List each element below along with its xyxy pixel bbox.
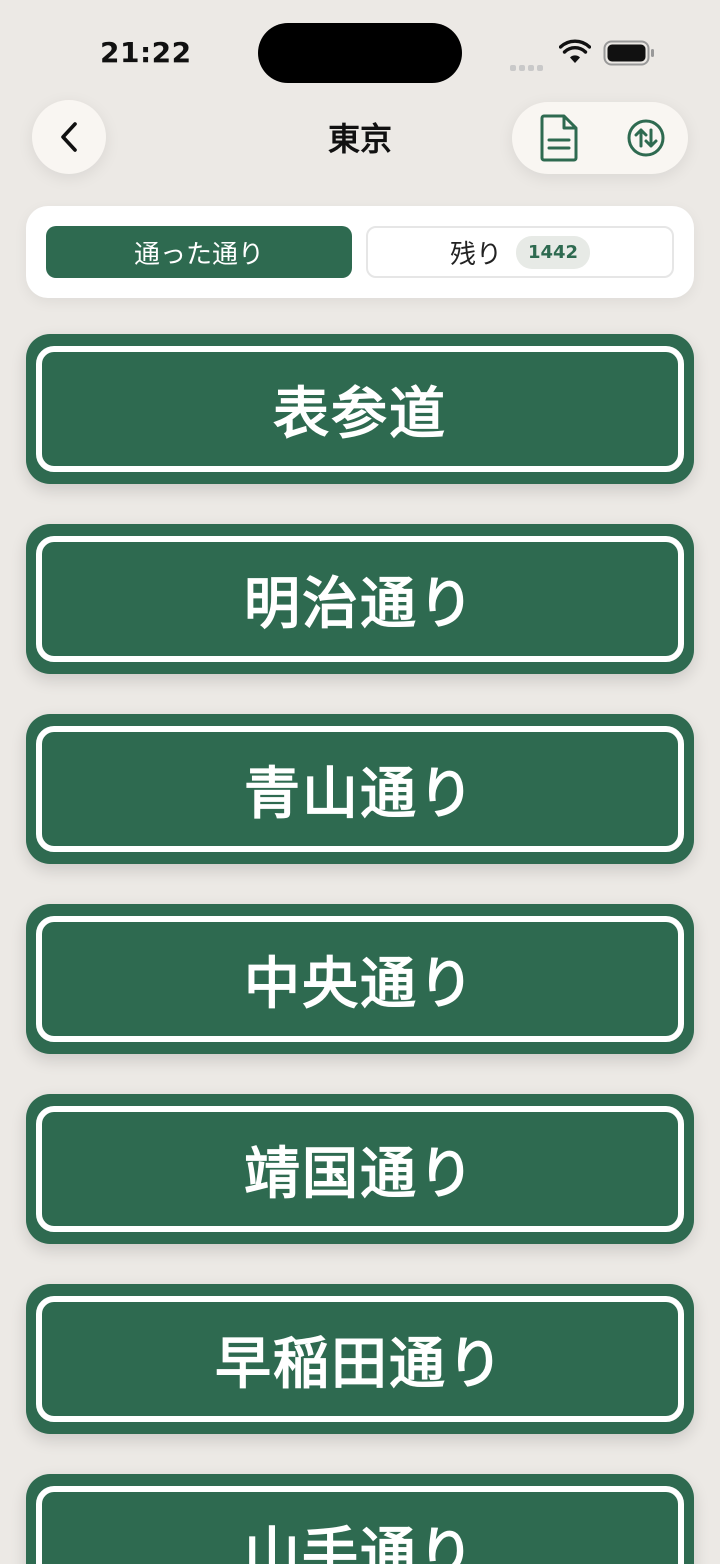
battery-icon [603,40,654,66]
street-sign[interactable]: 明治通り [26,524,694,674]
back-button[interactable] [32,100,106,174]
cellular-signal-icon [510,56,548,71]
street-sign-border: 明治通り [36,536,684,662]
street-sign-border: 早稲田通り [36,1296,684,1422]
street-sign[interactable]: 早稲田通り [26,1284,694,1434]
document-icon [540,114,578,162]
street-sign-border: 山手通り [36,1486,684,1564]
street-sign[interactable]: 表参道 [26,334,694,484]
segmented-control: 通った通り 残り 1442 [26,206,694,298]
street-sign[interactable]: 中央通り [26,904,694,1054]
status-time: 21:22 [100,36,192,69]
tab-remaining-label: 残り [449,239,502,270]
street-name: 山手通り [244,1521,476,1564]
tab-remaining[interactable]: 残り 1442 [366,226,674,278]
page-title: 東京 [327,120,392,158]
sort-button[interactable] [624,116,668,160]
chevron-left-icon [61,122,77,152]
street-name: 表参道 [273,381,447,447]
tab-visited-streets[interactable]: 通った通り [46,226,352,278]
remaining-count-badge: 1442 [515,235,591,269]
street-name: 早稲田通り [215,1331,505,1397]
wifi-icon [559,39,591,63]
tab-visited-label: 通った通り [133,239,264,270]
street-sign[interactable]: 靖国通り [26,1094,694,1244]
street-name: 青山通り [244,761,476,827]
dynamic-island [258,23,462,83]
street-sign-border: 表参道 [36,346,684,472]
street-name: 中央通り [244,951,476,1017]
street-sign-border: 靖国通り [36,1106,684,1232]
street-sign[interactable]: 青山通り [26,714,694,864]
document-button[interactable] [532,112,584,164]
street-sign-border: 青山通り [36,726,684,852]
street-name: 明治通り [244,571,476,637]
street-name: 靖国通り [244,1141,476,1207]
street-sign[interactable]: 山手通り [26,1474,694,1564]
street-sign-border: 中央通り [36,916,684,1042]
screen: 21:22 東京 通った通り 残り 1442 表参道 明治通り 青山通り 中央通… [0,0,720,1564]
nav-actions [512,102,688,174]
sort-arrows-icon [627,119,665,157]
